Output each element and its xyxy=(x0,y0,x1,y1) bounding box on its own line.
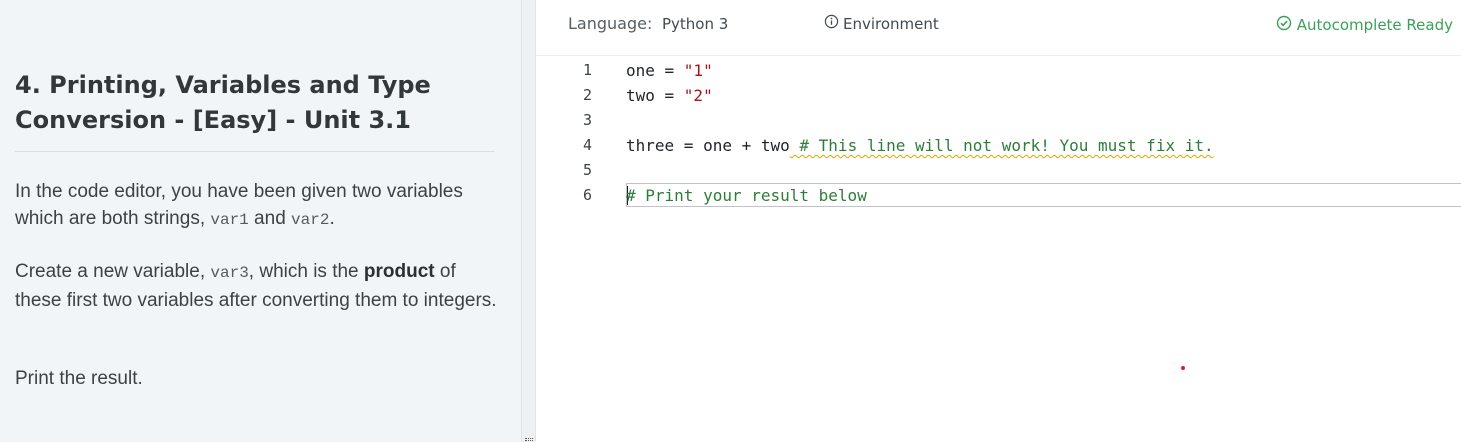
instructions-panel: 4. Printing, Variables and Type Conversi… xyxy=(0,0,522,442)
autocomplete-label: Autocomplete Ready xyxy=(1296,16,1453,34)
p2-text-1: Create a new variable, xyxy=(15,261,211,282)
line-number: 1 xyxy=(582,61,592,79)
var3-code: var3 xyxy=(210,264,249,282)
p1-text-3: . xyxy=(329,208,335,229)
code-editor[interactable]: one = "1" two = "2" three = one + two # … xyxy=(626,58,1461,442)
code-text: two = xyxy=(626,86,684,105)
var2-code: var2 xyxy=(291,211,330,229)
comment-with-warning: # This line will not work! You must fix … xyxy=(789,136,1214,155)
environment-button[interactable]: Environment xyxy=(824,14,939,33)
code-line-1: one = "1" xyxy=(626,58,713,83)
grip-icon xyxy=(525,438,533,441)
autocomplete-status: Autocomplete Ready xyxy=(1276,15,1453,35)
comment: # Print your result below xyxy=(626,186,867,205)
environment-label: Environment xyxy=(843,14,939,33)
editor-header: Language: Python 3 Environment Autocompl… xyxy=(536,0,1461,56)
instructions-paragraph-3: Print the result. xyxy=(15,368,143,389)
string-literal: "2" xyxy=(683,86,713,105)
language-selector[interactable]: Python 3 xyxy=(662,15,728,33)
product-emphasis: product xyxy=(363,261,435,282)
check-circle-icon xyxy=(1276,15,1292,35)
title-divider xyxy=(15,151,495,152)
code-line-4: three = one + two # This line will not w… xyxy=(626,133,1214,158)
p2-text-2: , which is the xyxy=(248,261,364,282)
code-text: one = xyxy=(626,61,684,80)
instructions-paragraph-1: In the code editor, you have been given … xyxy=(15,178,505,234)
code-line-2: two = "2" xyxy=(626,83,713,108)
line-number: 2 xyxy=(582,86,592,104)
code-line-6: # Print your result below xyxy=(626,183,867,208)
line-number: 4 xyxy=(582,136,592,154)
line-number: 5 xyxy=(582,161,592,179)
mouse-pointer-marker xyxy=(1181,366,1185,370)
language-label: Language: xyxy=(568,14,653,33)
info-icon xyxy=(824,14,839,33)
p1-text-2: and xyxy=(248,208,292,229)
panel-resize-handle[interactable] xyxy=(522,0,536,442)
line-number: 6 xyxy=(582,186,592,204)
problem-title: 4. Printing, Variables and Type Conversi… xyxy=(15,71,431,134)
code-text: three = one + two xyxy=(626,136,790,155)
string-literal: "1" xyxy=(683,61,713,80)
line-number-gutter: 1 2 3 4 5 6 xyxy=(536,58,600,442)
line-number: 3 xyxy=(582,111,592,129)
instructions-paragraph-2: Create a new variable, var3, which is th… xyxy=(15,258,505,314)
var1-code: var1 xyxy=(210,211,249,229)
